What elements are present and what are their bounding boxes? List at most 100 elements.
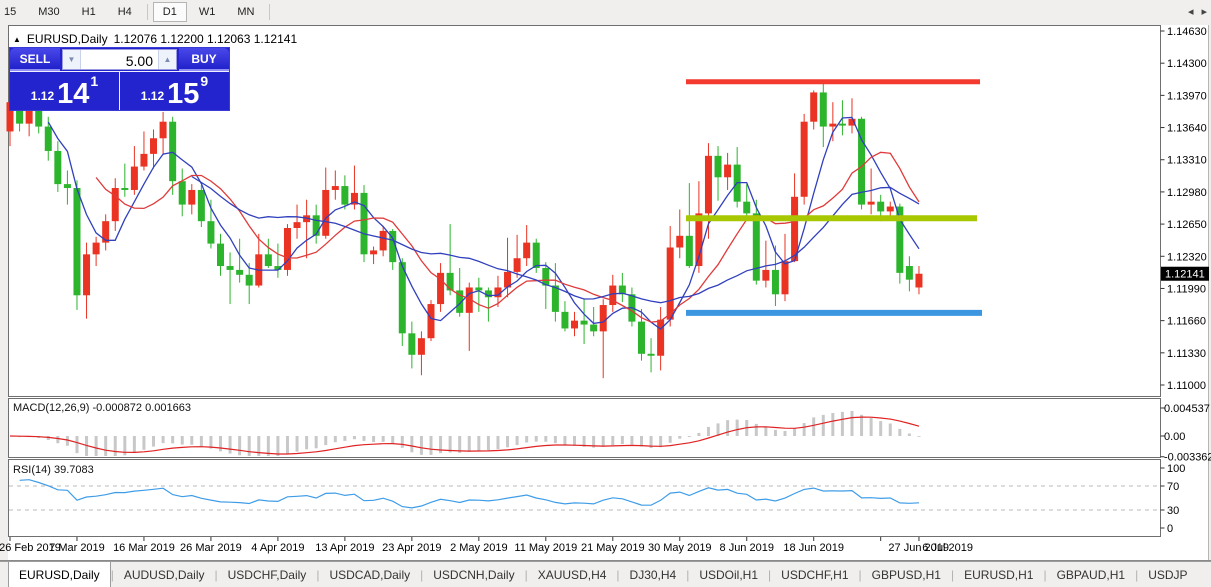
- candle-body: [561, 312, 568, 329]
- candle-body: [313, 215, 320, 235]
- candle-body: [686, 236, 693, 266]
- candle-body: [887, 207, 894, 212]
- candle-body: [533, 243, 540, 268]
- candle-body: [657, 320, 664, 356]
- price-axis-label: 1.11660: [1167, 316, 1206, 328]
- candle-body: [236, 270, 243, 275]
- price-axis-label: 1.12650: [1167, 219, 1207, 231]
- candle-body: [102, 221, 109, 242]
- sell-price[interactable]: 1.12 14 1: [10, 72, 120, 110]
- price-axis-label: 1.13310: [1167, 155, 1207, 167]
- candle-body: [150, 138, 157, 154]
- chart-tab-audusd-daily[interactable]: AUDUSD,Daily: [114, 562, 215, 587]
- date-axis-label: 30 May 2019: [648, 542, 712, 554]
- candle-body: [590, 325, 597, 332]
- chart-tab-usdcad-daily[interactable]: USDCAD,Daily: [319, 562, 420, 587]
- candle-body: [45, 127, 52, 151]
- chart-tab-usdoil-h1[interactable]: USDOil,H1: [689, 562, 768, 587]
- chart-tab-dj30-h4[interactable]: DJ30,H4: [620, 562, 687, 587]
- candle-body: [782, 261, 789, 294]
- chart-tab-eurusd-h1[interactable]: EURUSD,H1: [954, 562, 1043, 587]
- rsi-axis-label: 0: [1167, 523, 1173, 535]
- candle-body: [93, 243, 100, 255]
- chart-tab-usdcnh-daily[interactable]: USDCNH,Daily: [423, 562, 524, 587]
- chart-tab-usdchf-h1[interactable]: USDCHF,H1: [771, 562, 858, 587]
- candle-body: [638, 322, 645, 354]
- candle-body: [514, 258, 521, 272]
- candle-body: [523, 243, 530, 259]
- candle-body: [581, 321, 588, 325]
- candle-body: [188, 190, 195, 205]
- price-axis-label: 1.13970: [1167, 90, 1207, 102]
- price-axis-label: 1.14630: [1167, 26, 1207, 38]
- rsi-axis-label: 30: [1167, 505, 1179, 517]
- macd-axis-label: 0.004537: [1164, 403, 1210, 415]
- chart-tab-gbpaud-h1[interactable]: GBPAUD,H1: [1047, 562, 1135, 587]
- chart-tab-usdchf-daily[interactable]: USDCHF,Daily: [218, 562, 317, 587]
- buy-price[interactable]: 1.12 15 9: [120, 72, 229, 110]
- candle-body: [64, 184, 71, 188]
- price-axis-label: 1.14300: [1167, 58, 1207, 70]
- date-axis-label: 23 Apr 2019: [382, 542, 441, 554]
- tab-scroll-right-icon[interactable]: ▸: [1201, 5, 1207, 18]
- candle-body: [361, 193, 368, 254]
- candle-body: [73, 188, 80, 295]
- sell-button[interactable]: SELL: [10, 48, 60, 71]
- price-axis-label: 1.13640: [1167, 123, 1207, 135]
- price-axis-label: 1.11000: [1167, 380, 1206, 392]
- candle-body: [571, 321, 578, 329]
- candle-body: [839, 124, 846, 126]
- volume-decrease-icon[interactable]: ▼: [63, 50, 81, 69]
- chart-symbol-label: EURUSD,Daily: [27, 32, 108, 46]
- buy-price-prefix: 1.12: [141, 89, 164, 103]
- candle-body: [705, 156, 712, 214]
- tab-scroll-left-icon[interactable]: ◂: [1188, 5, 1194, 18]
- buy-price-pip: 9: [200, 73, 208, 89]
- date-axis-label: 2 May 2019: [450, 542, 507, 554]
- buy-price-main: 15: [167, 81, 199, 107]
- trade-panel-prices: 1.12 14 1 1.12 15 9: [10, 71, 229, 110]
- candle-body: [829, 124, 836, 127]
- candle-body: [600, 305, 607, 331]
- candle-body: [676, 236, 683, 248]
- candle-body: [265, 254, 272, 266]
- candle-body: [179, 181, 186, 204]
- date-axis-label: 26 Mar 2019: [180, 542, 242, 554]
- volume-increase-icon[interactable]: ▲: [158, 50, 176, 69]
- tab-scroll-controls: ◂ ▸: [1188, 5, 1207, 18]
- price-axis-label: 1.12320: [1167, 251, 1207, 263]
- candle-body: [322, 190, 329, 236]
- candle-body: [169, 122, 176, 181]
- date-axis-label: 21 May 2019: [581, 542, 645, 554]
- candle-body: [447, 273, 454, 291]
- candle-body: [915, 274, 922, 288]
- candle-body: [160, 122, 167, 139]
- chart-tab-bar: EURUSD,Daily|AUDUSD,Daily|USDCHF,Daily|U…: [0, 561, 1211, 587]
- price-axis-label: 1.11330: [1167, 348, 1206, 360]
- rsi-label: RSI(14) 39.7083: [13, 464, 94, 476]
- candle-body: [762, 270, 769, 281]
- chart-ohlc-values: 1.12076 1.12200 1.12063 1.12141: [114, 32, 298, 46]
- candle-body: [801, 122, 808, 197]
- chart-tab-eurusd-daily[interactable]: EURUSD,Daily: [8, 561, 111, 587]
- volume-input[interactable]: 5.00: [81, 50, 158, 69]
- chart-tab-xauusd-h4[interactable]: XAUUSD,H4: [528, 562, 617, 587]
- chart-tab-usdjp[interactable]: USDJP: [1138, 562, 1197, 587]
- date-axis-label: 4 Apr 2019: [251, 542, 304, 554]
- rsi-axis-label: 100: [1167, 463, 1185, 475]
- macd-label: MACD(12,26,9) -0.000872 0.001663: [13, 402, 191, 414]
- buy-button[interactable]: BUY: [179, 48, 229, 71]
- candle-body: [667, 248, 674, 320]
- current-price-badge-label: 1.12141: [1165, 269, 1205, 281]
- macd-axis-label: -0.003362: [1164, 452, 1211, 464]
- collapse-panel-icon[interactable]: ▲: [13, 35, 21, 44]
- sell-price-main: 14: [57, 81, 89, 107]
- rsi-axis-label: 70: [1167, 481, 1179, 493]
- chart-tab-gbpusd-h1[interactable]: GBPUSD,H1: [862, 562, 951, 587]
- candle-body: [648, 354, 655, 356]
- candle-body: [198, 190, 205, 221]
- candle-body: [715, 156, 722, 177]
- candle-body: [227, 266, 234, 270]
- candle-body: [112, 188, 119, 221]
- candle-body: [427, 304, 434, 338]
